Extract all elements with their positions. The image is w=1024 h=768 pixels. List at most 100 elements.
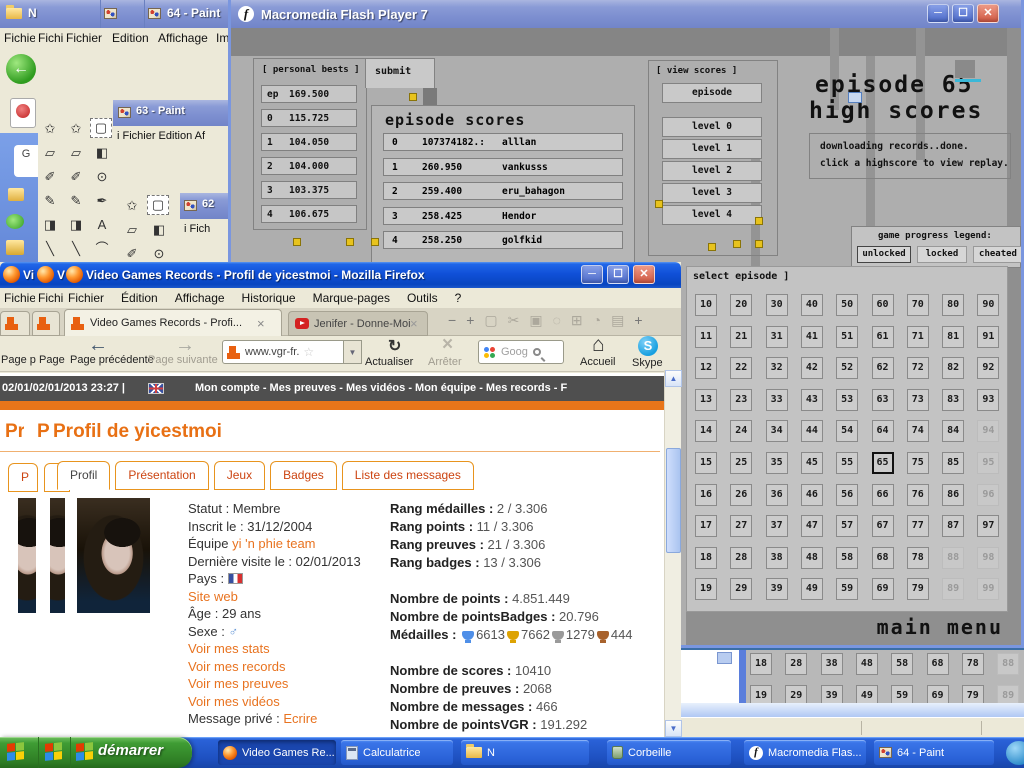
- episode-cell-81[interactable]: 81: [942, 326, 964, 348]
- episode-cell-12[interactable]: 12: [695, 357, 717, 379]
- reload-label[interactable]: Actualiser: [365, 356, 413, 368]
- episode-cell-99[interactable]: 99: [977, 578, 999, 600]
- paint62-menubar[interactable]: i Fich: [180, 219, 228, 237]
- paint-tool-icon[interactable]: ◨: [38, 214, 62, 236]
- episode-cell-42[interactable]: 42: [801, 357, 823, 379]
- episode-cell-11[interactable]: 11: [695, 326, 717, 348]
- search-box[interactable]: Goog: [478, 340, 564, 364]
- personal-best-row[interactable]: 0115.725: [261, 109, 357, 127]
- menu-historique[interactable]: Historique: [242, 291, 296, 305]
- menu-fichier-fragment[interactable]: Fichi: [38, 291, 65, 305]
- url-dropdown[interactable]: ▼: [344, 340, 362, 364]
- episode-cell-38[interactable]: 38: [766, 547, 788, 569]
- episode-cell-55[interactable]: 55: [836, 452, 858, 474]
- paste-icon[interactable]: ▢: [484, 312, 497, 329]
- search-icon[interactable]: [533, 348, 541, 356]
- maximize-button[interactable]: ☐: [952, 4, 974, 23]
- search-placeholder[interactable]: Goog: [501, 346, 533, 358]
- episode-cell-45[interactable]: 45: [801, 452, 823, 474]
- episode-cell-19[interactable]: 19: [695, 578, 717, 600]
- episode-cell-37[interactable]: 37: [766, 515, 788, 537]
- episode-cell-25[interactable]: 25: [730, 452, 752, 474]
- close-button[interactable]: ✕: [977, 4, 999, 23]
- cut-icon[interactable]: ✂: [508, 312, 520, 329]
- personal-best-row[interactable]: ep169.500: [261, 85, 357, 103]
- episode-cell-47[interactable]: 47: [801, 515, 823, 537]
- episode-cell-75[interactable]: 75: [907, 452, 929, 474]
- menu-edition[interactable]: Edition: [112, 31, 149, 45]
- paint-tool-icon[interactable]: ✐: [64, 166, 88, 188]
- episode-cell-88[interactable]: 88: [942, 547, 964, 569]
- spinner-icon[interactable]: ◌: [553, 312, 561, 329]
- paint-tool-icon[interactable]: ▱: [120, 219, 144, 241]
- back-label[interactable]: Page précédente: [70, 354, 154, 366]
- episode-cell-78[interactable]: 78: [907, 547, 929, 569]
- episode-cell-62[interactable]: 62: [872, 357, 894, 379]
- episode-cell-21[interactable]: 21: [730, 326, 752, 348]
- personal-best-row[interactable]: 4106.675: [261, 205, 357, 223]
- paint-tool-icon[interactable]: ▱: [64, 142, 88, 164]
- paint-tool-icon[interactable]: ▢: [147, 195, 169, 215]
- episode-cell-97[interactable]: 97: [977, 515, 999, 537]
- paint-tool-icon[interactable]: ⌒: [90, 238, 114, 260]
- episode-cell-23[interactable]: 23: [730, 389, 752, 411]
- episode-cell-17[interactable]: 17: [695, 515, 717, 537]
- episode-score-row[interactable]: 4258.250golfkid: [383, 231, 623, 249]
- episode-cell-83[interactable]: 83: [942, 389, 964, 411]
- taskbar-item-n[interactable]: N: [461, 740, 589, 765]
- episode-cell-34[interactable]: 34: [766, 420, 788, 442]
- episode-cell-27[interactable]: 27: [730, 515, 752, 537]
- episode-cell-95[interactable]: 95: [977, 452, 999, 474]
- episode-cell-86[interactable]: 86: [942, 484, 964, 506]
- flash-titlebar[interactable]: f Macromedia Flash Player 7 ─ ☐ ✕: [231, 0, 1021, 28]
- detail-link[interactable]: Site web: [188, 589, 238, 604]
- episode-cell-20[interactable]: 20: [730, 294, 752, 316]
- tab-badges[interactable]: Badges: [270, 461, 337, 490]
- paint-tool-icon[interactable]: A: [90, 214, 114, 236]
- episode-cell-90[interactable]: 90: [977, 294, 999, 316]
- paint62-menu[interactable]: i Fich: [180, 223, 210, 235]
- paint-tool-icon[interactable]: ╲: [64, 238, 88, 260]
- menu-fichier-fragment[interactable]: Fichi: [38, 31, 65, 45]
- print-icon[interactable]: ▤: [611, 312, 624, 329]
- episode-cell-98[interactable]: 98: [977, 547, 999, 569]
- episode-cell-59[interactable]: 59: [836, 578, 858, 600]
- legend-cheated[interactable]: cheated: [973, 246, 1021, 263]
- view-scores-button-level4[interactable]: level 4: [662, 205, 762, 225]
- view-scores-button-episode[interactable]: episode: [662, 83, 762, 103]
- firefox-menubar[interactable]: Fichie Fichi FichierÉditionAffichageHist…: [0, 288, 681, 308]
- detail-link[interactable]: Voir mes stats: [188, 641, 270, 656]
- episode-cell-29[interactable]: 29: [730, 578, 752, 600]
- episode-cell-53[interactable]: 53: [836, 389, 858, 411]
- tab-stub[interactable]: P: [8, 463, 38, 492]
- paint-menubar[interactable]: Fichie Fichi Fichier Edition Affichage I…: [0, 28, 228, 48]
- paint-tool-icon[interactable]: ▢: [90, 118, 112, 138]
- episode-cell-92[interactable]: 92: [977, 357, 999, 379]
- detail-link[interactable]: Ecrire: [283, 711, 317, 726]
- episode-cell-69[interactable]: 69: [872, 578, 894, 600]
- home-label[interactable]: Accueil: [580, 356, 615, 368]
- personal-best-row[interactable]: 2104.000: [261, 157, 357, 175]
- episode-cell-28[interactable]: 28: [730, 547, 752, 569]
- episode-cell-14[interactable]: 14: [695, 420, 717, 442]
- taskbar-item-corbeille[interactable]: Corbeille: [607, 740, 731, 765]
- view-scores-button-level2[interactable]: level 2: [662, 161, 762, 181]
- bookmark-star-icon[interactable]: ☆: [303, 345, 314, 359]
- episode-cell-63[interactable]: 63: [872, 389, 894, 411]
- add-toolbar-icon[interactable]: +: [634, 312, 642, 329]
- paint-tool-icon[interactable]: ▱: [38, 142, 62, 164]
- episode-cell-79[interactable]: 79: [907, 578, 929, 600]
- episode-cell-65[interactable]: 65: [872, 452, 894, 474]
- personal-best-row[interactable]: 3103.375: [261, 181, 357, 199]
- close-button[interactable]: ✕: [633, 265, 655, 284]
- tab-jenifer[interactable]: Jenifer - Donne-Moi Le Tem... ×: [288, 311, 428, 336]
- menu-?[interactable]: ?: [455, 291, 462, 305]
- paint-tool-icon[interactable]: ⊙: [90, 166, 114, 188]
- episode-cell-36[interactable]: 36: [766, 484, 788, 506]
- tab-pr-sentation[interactable]: Présentation: [115, 461, 208, 490]
- episode-cell-87[interactable]: 87: [942, 515, 964, 537]
- paint63-titlebar[interactable]: 63 - Paint: [113, 100, 228, 126]
- scrollbar[interactable]: ▲ ▼: [664, 370, 681, 737]
- episode-cell-72[interactable]: 72: [907, 357, 929, 379]
- menu-marquepages[interactable]: Marque-pages: [313, 291, 390, 305]
